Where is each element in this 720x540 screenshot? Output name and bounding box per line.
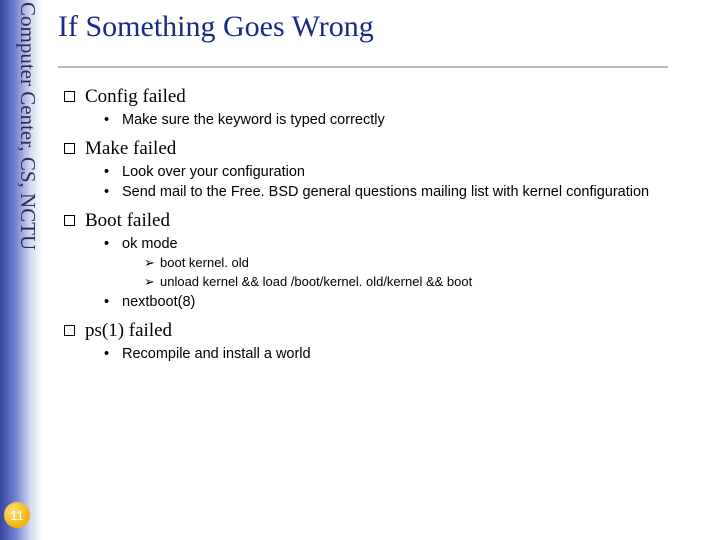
sidebar-text: Computer Center, CS, NCTU <box>15 2 40 42</box>
bullet-text: Look over your configuration <box>122 164 305 180</box>
bullet-text: Send mail to the Free. BSD general quest… <box>122 184 649 200</box>
dot-bullet-icon: • <box>104 346 122 362</box>
bullet-item: •Make sure the keyword is typed correctl… <box>104 112 720 128</box>
sub-bullet-text: unload kernel && load /boot/kernel. old/… <box>160 274 472 289</box>
bullet-item: •Look over your configuration <box>104 164 720 180</box>
section-ps-failed: ps(1) failed <box>64 320 720 342</box>
slide: Computer Center, CS, NCTU 11 If Somethin… <box>0 0 720 540</box>
checkbox-bullet-icon <box>64 143 75 154</box>
content-area: If Something Goes Wrong Config failed •M… <box>58 0 720 540</box>
bullet-item: •ok mode <box>104 236 720 252</box>
sub-bullet-item: ➢unload kernel && load /boot/kernel. old… <box>144 274 720 290</box>
section-boot-failed: Boot failed <box>64 210 720 232</box>
bullet-item: •Send mail to the Free. BSD general ques… <box>104 184 720 200</box>
section-make-failed: Make failed <box>64 138 720 160</box>
title-divider <box>58 66 668 68</box>
sub-bullet-text: boot kernel. old <box>160 255 249 270</box>
bullet-text: Recompile and install a world <box>122 346 311 362</box>
bullet-text: Make sure the keyword is typed correctly <box>122 112 385 128</box>
section-config-failed: Config failed <box>64 86 720 108</box>
slide-body: Config failed •Make sure the keyword is … <box>58 86 720 362</box>
bullet-text: nextboot(8) <box>122 294 195 310</box>
sub-bullet-item: ➢boot kernel. old <box>144 255 720 271</box>
heading-text: Boot failed <box>85 210 170 231</box>
dot-bullet-icon: • <box>104 164 122 180</box>
checkbox-bullet-icon <box>64 325 75 336</box>
heading-text: ps(1) failed <box>85 320 172 341</box>
sidebar-gradient: Computer Center, CS, NCTU 11 <box>0 0 42 540</box>
bullet-item: •Recompile and install a world <box>104 346 720 362</box>
triangle-bullet-icon: ➢ <box>144 255 160 271</box>
triangle-bullet-icon: ➢ <box>144 274 160 290</box>
bullet-item: •nextboot(8) <box>104 294 720 310</box>
page-number: 11 <box>10 508 24 523</box>
checkbox-bullet-icon <box>64 91 75 102</box>
page-number-badge: 11 <box>4 502 30 528</box>
heading-text: Make failed <box>85 138 176 159</box>
sidebar-text-wrap: Computer Center, CS, NCTU <box>2 2 42 342</box>
slide-title: If Something Goes Wrong <box>58 10 720 44</box>
checkbox-bullet-icon <box>64 215 75 226</box>
dot-bullet-icon: • <box>104 294 122 310</box>
dot-bullet-icon: • <box>104 184 122 200</box>
dot-bullet-icon: • <box>104 112 122 128</box>
bullet-text: ok mode <box>122 236 178 252</box>
dot-bullet-icon: • <box>104 236 122 252</box>
heading-text: Config failed <box>85 86 186 107</box>
